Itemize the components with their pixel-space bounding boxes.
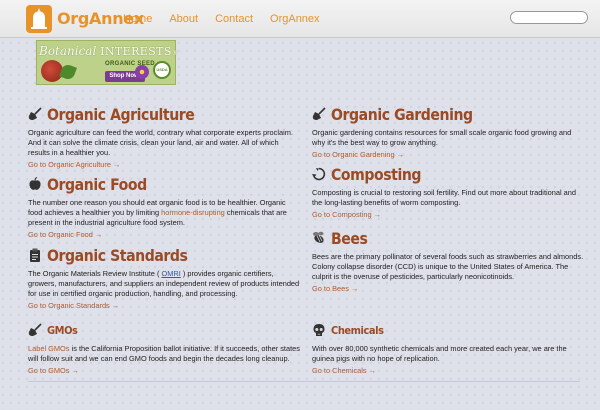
footer-divider <box>28 381 580 382</box>
section-chemicals: Chemicals With over 80,000 synthetic che… <box>312 320 584 376</box>
section-title[interactable]: Organic Food <box>47 175 147 194</box>
clipboard-icon <box>30 248 40 262</box>
section-gmos: GMOs Label GMOs is the California Propos… <box>28 320 300 375</box>
hormone-disrupting-link[interactable]: hormone-disrupting <box>161 208 225 217</box>
apple-icon <box>29 177 41 190</box>
go-to-organic-standards-link[interactable]: Go to Organic Standards → <box>28 301 300 310</box>
go-to-composting-link[interactable]: Go to Composting → <box>312 210 584 219</box>
section-title[interactable]: Composting <box>331 165 422 184</box>
go-to-gmos-link[interactable]: Go to GMOs → <box>28 366 300 375</box>
section-body: The Organic Materials Review Institute (… <box>28 269 300 298</box>
go-to-organic-food-link[interactable]: Go to Organic Food → <box>28 230 300 239</box>
go-to-organic-agriculture-link[interactable]: Go to Organic Agriculture → <box>28 160 300 169</box>
section-body: Organic gardening contains resources for… <box>312 128 572 147</box>
top-navbar: OrgAnnex Home About Contact OrgAnnex <box>0 0 600 38</box>
search-input[interactable] <box>510 11 588 24</box>
section-title[interactable]: GMOs <box>47 324 78 337</box>
section-body: Composting is crucial to restoring soil … <box>312 188 576 207</box>
nav-organnex[interactable]: OrgAnnex <box>270 13 320 25</box>
logo-icon[interactable] <box>26 5 52 33</box>
go-to-organic-gardening-link[interactable]: Go to Organic Gardening → <box>312 150 584 159</box>
section-bees: Bees Bees are the primary pollinator of … <box>312 228 584 294</box>
nav-contact[interactable]: Contact <box>215 13 253 25</box>
section-organic-gardening: Organic Gardening Organic gardening cont… <box>312 104 584 160</box>
section-body: Organic agriculture can feed the world, … <box>28 128 293 157</box>
main-nav: Home About Contact OrgAnnex <box>123 13 337 25</box>
section-title[interactable]: Bees <box>331 229 368 248</box>
flower-icon <box>135 65 149 79</box>
section-body: Bees are the primary pollinator of sever… <box>312 252 584 281</box>
label-gmos-link[interactable]: Label GMOs <box>28 344 70 353</box>
section-organic-agriculture: Organic Agriculture Organic agriculture … <box>28 104 300 170</box>
section-title[interactable]: Chemicals <box>331 324 384 337</box>
section-composting: Composting Composting is crucial to rest… <box>312 164 584 219</box>
nav-about[interactable]: About <box>169 13 198 25</box>
bee-icon <box>313 231 324 243</box>
shovel-icon <box>28 323 42 336</box>
ad-subtitle: ORGANIC SEED <box>105 61 155 67</box>
section-body: With over 80,000 synthetic chemicals and… <box>312 344 567 363</box>
go-to-chemicals-link[interactable]: Go to Chemicals → <box>312 366 584 375</box>
trowel-icon <box>312 107 326 120</box>
section-title[interactable]: Organic Gardening <box>331 105 473 124</box>
nav-home[interactable]: Home <box>123 13 152 25</box>
section-title[interactable]: Organic Standards <box>47 246 188 265</box>
section-body: The number one reason you should eat org… <box>28 198 287 227</box>
section-body: Label GMOs is the California Proposition… <box>28 344 300 363</box>
shovel-icon <box>28 107 42 120</box>
omri-abbr[interactable]: OMRI <box>162 269 181 278</box>
recycle-icon <box>312 167 326 181</box>
section-title[interactable]: Organic Agriculture <box>47 105 195 124</box>
section-organic-standards: Organic Standards The Organic Materials … <box>28 245 300 311</box>
go-to-bees-link[interactable]: Go to Bees → <box>312 284 584 293</box>
ad-title: Botanical INTERESTS® <box>39 44 178 58</box>
usda-badge: USDA <box>153 61 171 79</box>
ad-banner[interactable]: Botanical INTERESTS® ORGANIC SEED Shop N… <box>36 40 178 85</box>
section-organic-food: Organic Food The number one reason you s… <box>28 174 300 240</box>
skull-icon <box>313 324 325 336</box>
